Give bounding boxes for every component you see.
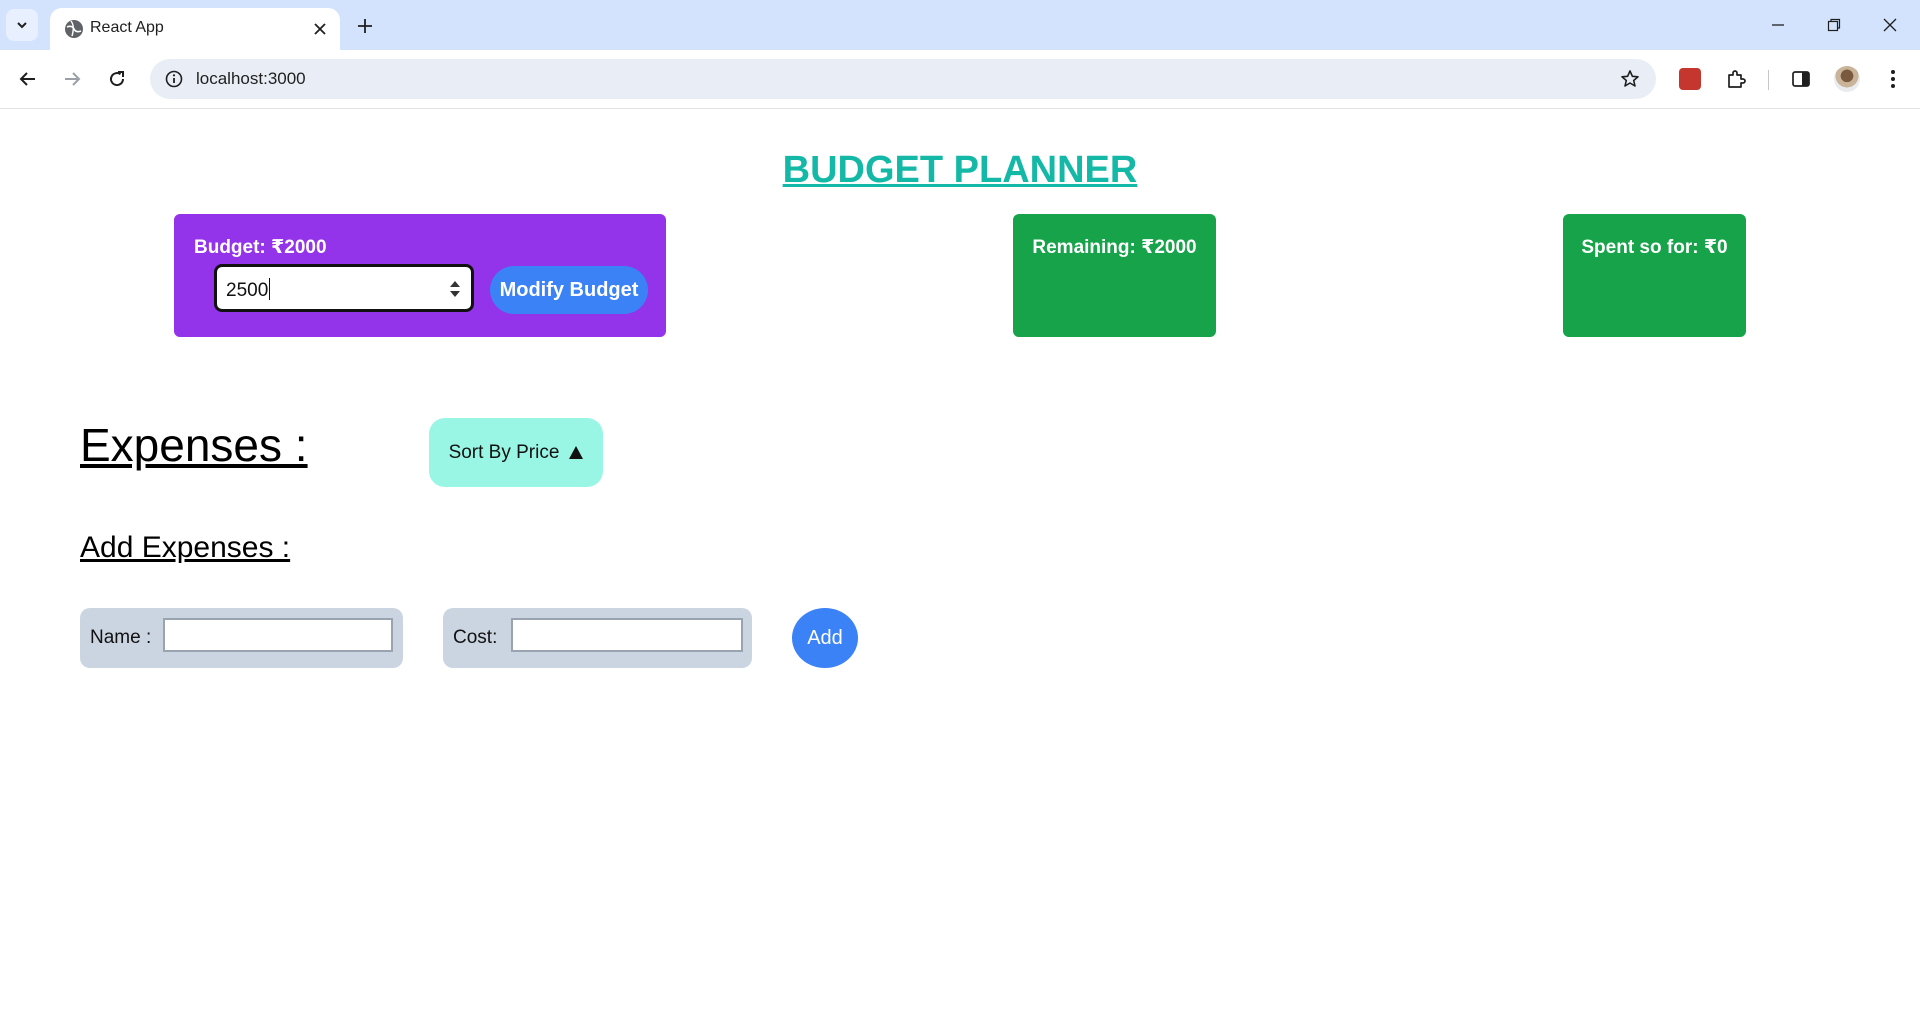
globe-icon [65, 20, 83, 38]
spin-up-icon[interactable] [450, 281, 460, 287]
arrow-left-icon [19, 72, 35, 86]
spent-text: Spent so for: ₹0 [1581, 237, 1728, 258]
number-spinner[interactable] [449, 274, 461, 304]
add-expenses-heading: Add Expenses : [80, 531, 291, 564]
name-field-group: Name : [80, 608, 403, 668]
extensions-puzzle-icon[interactable] [1720, 63, 1752, 95]
address-bar[interactable]: localhost:3000 [150, 59, 1656, 99]
triangle-up-icon [569, 446, 584, 459]
budget-input-value: 2500 [226, 278, 271, 301]
spin-down-icon[interactable] [450, 291, 460, 297]
app-page: BUDGET PLANNER Budget: ₹2000 2500 Modify… [0, 109, 1920, 1030]
cost-input[interactable] [511, 618, 743, 652]
tab-search-button[interactable] [6, 9, 38, 41]
tab-title: React App [90, 19, 164, 36]
minimize-icon [1772, 24, 1784, 26]
browser-tab[interactable]: React App [50, 8, 340, 50]
restore-icon [1827, 18, 1841, 32]
modify-budget-button[interactable]: Modify Budget [490, 266, 648, 314]
new-tab-button[interactable] [350, 11, 380, 41]
sort-button-label: Sort By Price [448, 441, 560, 463]
back-button[interactable] [11, 62, 45, 96]
url-text: localhost:3000 [196, 69, 306, 88]
remaining-text: Remaining: ₹2000 [1032, 237, 1197, 258]
cost-label: Cost: [453, 627, 498, 648]
menu-kebab-icon[interactable] [1877, 63, 1909, 95]
minimize-button[interactable] [1758, 8, 1798, 42]
add-expense-button[interactable]: Add [792, 608, 858, 668]
close-icon [314, 23, 326, 35]
spent-card: Spent so for: ₹0 [1563, 214, 1746, 337]
sort-by-price-button[interactable]: Sort By Price [429, 418, 603, 487]
name-input[interactable] [163, 618, 393, 652]
page-title: BUDGET PLANNER [782, 149, 1138, 191]
forward-button[interactable] [55, 62, 89, 96]
plus-icon [358, 19, 372, 33]
cost-field-group: Cost: [443, 608, 752, 668]
tab-close-button[interactable] [308, 17, 332, 41]
arrow-right-icon [65, 72, 81, 86]
restore-button[interactable] [1814, 8, 1854, 42]
browser-toolbar: localhost:3000 [0, 50, 1920, 109]
name-label: Name : [90, 627, 152, 648]
remaining-card: Remaining: ₹2000 [1013, 214, 1216, 337]
close-icon [1883, 18, 1897, 32]
reload-button[interactable] [100, 62, 134, 96]
site-info-icon[interactable] [162, 67, 186, 91]
close-window-button[interactable] [1870, 8, 1910, 42]
chevron-down-icon [17, 22, 27, 29]
toolbar-divider [1768, 70, 1769, 90]
budget-label: Budget: ₹2000 [194, 237, 327, 258]
reload-icon [110, 71, 125, 87]
budget-card: Budget: ₹2000 2500 Modify Budget [174, 214, 666, 337]
budget-input[interactable]: 2500 [214, 264, 474, 312]
extension-icon[interactable] [1674, 63, 1706, 95]
expenses-heading: Expenses : [80, 419, 308, 471]
bookmark-star-icon[interactable] [1618, 67, 1642, 91]
profile-avatar[interactable] [1831, 63, 1863, 95]
side-panel-icon[interactable] [1785, 63, 1817, 95]
browser-tab-bar: React App [0, 0, 1920, 50]
